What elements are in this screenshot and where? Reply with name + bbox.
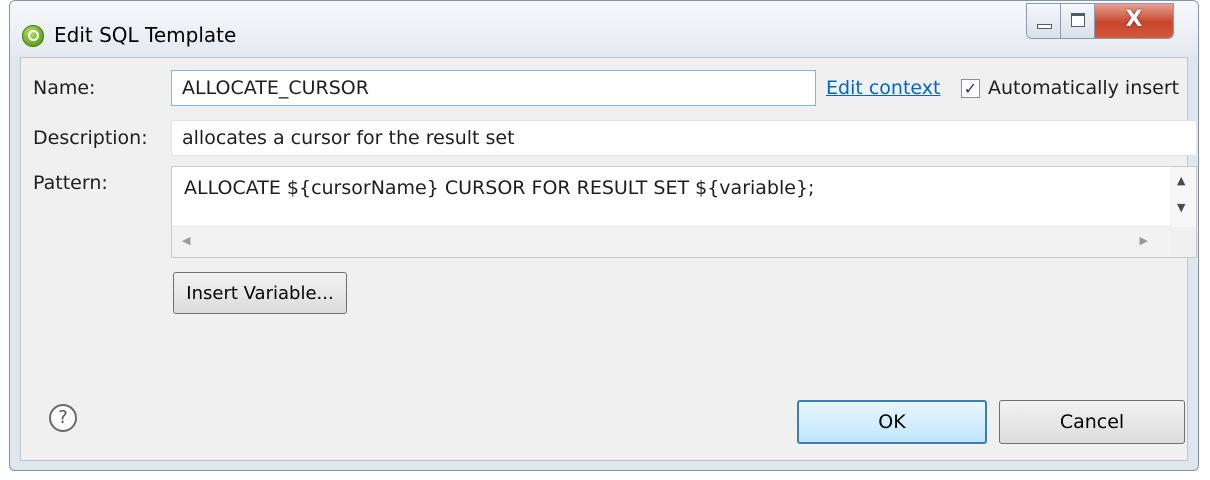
description-input[interactable]: allocates a cursor for the result set	[171, 120, 1197, 156]
cancel-button[interactable]: Cancel	[999, 400, 1185, 444]
edit-context-link[interactable]: Edit context	[826, 77, 940, 99]
scrollbar-corner	[1170, 227, 1196, 257]
scroll-right-icon[interactable]: ▶	[1140, 234, 1148, 247]
name-label: Name:	[33, 77, 96, 99]
horizontal-scrollbar[interactable]: ◀ ▶	[172, 226, 1172, 257]
scroll-up-icon[interactable]: ▲	[1177, 174, 1185, 187]
scroll-down-icon[interactable]: ▼	[1177, 201, 1185, 214]
pattern-editor[interactable]: ALLOCATE ${cursorName} CURSOR FOR RESULT…	[171, 166, 1197, 258]
pattern-text[interactable]: ALLOCATE ${cursorName} CURSOR FOR RESULT…	[184, 177, 814, 199]
ok-button[interactable]: OK	[797, 400, 987, 444]
title-bar[interactable]: Edit SQL Template X	[10, 1, 1198, 57]
scroll-left-icon[interactable]: ◀	[182, 234, 190, 247]
help-icon[interactable]: ?	[49, 404, 77, 432]
name-input[interactable]: ALLOCATE_CURSOR	[171, 70, 816, 106]
minimize-button[interactable]	[1027, 4, 1061, 38]
close-button[interactable]: X	[1095, 4, 1173, 38]
auto-insert-checkbox[interactable]: ✓	[961, 79, 980, 98]
description-label: Description:	[33, 127, 148, 149]
dialog-content: Name: ALLOCATE_CURSOR Edit context ✓ Aut…	[20, 57, 1197, 461]
app-icon	[22, 25, 44, 47]
insert-variable-button[interactable]: Insert Variable...	[173, 272, 347, 314]
window-title: Edit SQL Template	[54, 23, 237, 47]
pattern-label: Pattern:	[33, 172, 108, 194]
vertical-scrollbar[interactable]: ▲ ▼	[1170, 167, 1196, 229]
auto-insert-label[interactable]: Automatically insert	[988, 77, 1179, 99]
edit-sql-template-dialog: Edit SQL Template X Name: ALLOCATE_CURSO…	[9, 0, 1199, 471]
caption-buttons: X	[1026, 3, 1174, 39]
maximize-button[interactable]	[1061, 4, 1095, 38]
